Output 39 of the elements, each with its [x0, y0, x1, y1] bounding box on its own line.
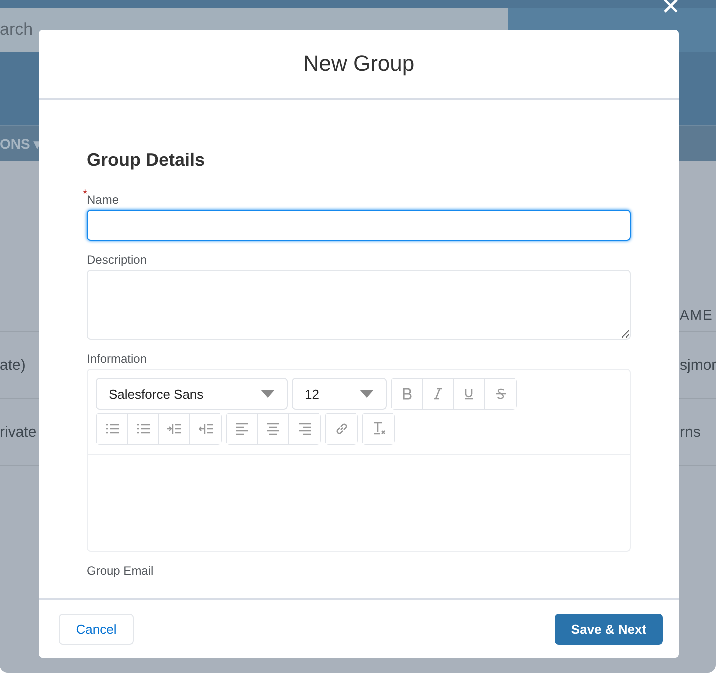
align-right-icon [298, 423, 312, 435]
section-title: Group Details [87, 150, 206, 171]
table-cell: rivate [0, 424, 37, 440]
field-label: Information [87, 352, 148, 366]
bold-icon [401, 388, 413, 400]
field-label: Name [87, 193, 120, 207]
font-select[interactable]: Salesforce Sans [96, 378, 288, 410]
indent-icon [167, 423, 181, 435]
cancel-button[interactable]: Cancel [59, 614, 134, 644]
input-field[interactable] [87, 210, 631, 241]
bullets-icon [105, 423, 119, 435]
clear-formatting-icon [372, 422, 386, 436]
field-label: Group Email [87, 564, 154, 578]
table-cell: sjmor [680, 356, 716, 374]
align-center-icon [266, 423, 280, 435]
align-left-icon [235, 423, 249, 435]
outdent-icon [198, 423, 212, 435]
numbers-icon [136, 423, 150, 435]
modal-title: New Group [303, 51, 415, 77]
link-button[interactable] [326, 414, 357, 444]
required-mark: * [83, 187, 88, 201]
caret-icon [261, 390, 275, 398]
italic-icon [432, 388, 444, 400]
align-left-button[interactable] [227, 414, 258, 444]
save-button[interactable]: Save & Next [555, 614, 663, 644]
underline-icon [463, 388, 475, 400]
caret-icon [360, 390, 374, 398]
clear-formatting-button[interactable] [363, 414, 394, 444]
close-icon[interactable] [663, 0, 679, 14]
search-placeholder: arch [0, 20, 34, 40]
table-cell: ate) [0, 356, 26, 374]
bullets-button[interactable] [97, 414, 128, 444]
field-label: Description [87, 253, 148, 267]
bold-button[interactable] [392, 379, 423, 409]
table-cell-text: rns [680, 424, 702, 440]
column-header: AME [680, 307, 714, 325]
link-icon [334, 422, 348, 436]
size-select[interactable]: 12 [292, 378, 387, 410]
strikethrough-icon [494, 388, 506, 400]
